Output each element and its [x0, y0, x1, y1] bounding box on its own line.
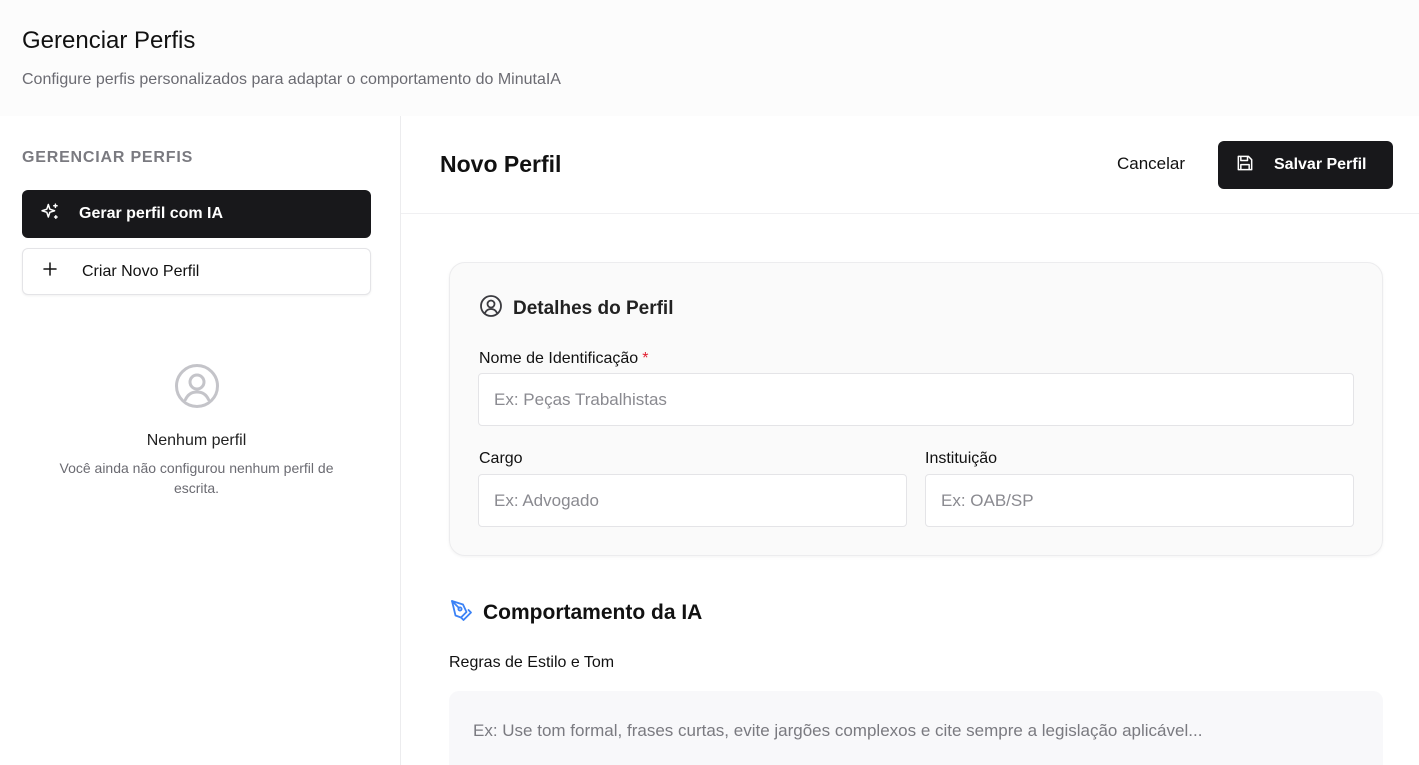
name-field-label-text: Nome de Identificação	[479, 350, 639, 367]
create-new-profile-label: Criar Novo Perfil	[82, 262, 200, 280]
generate-profile-ai-button[interactable]: Gerar perfil com IA	[22, 190, 371, 238]
ai-behavior-header: Comportamento da IA	[449, 598, 702, 627]
editor-topbar: Novo Perfil Cancelar Salvar Perfil	[401, 116, 1419, 214]
sidebar-heading: GERENCIAR PERFIS	[22, 149, 194, 166]
cargo-input[interactable]	[478, 474, 907, 527]
sidebar: GERENCIAR PERFIS Gerar perfil com IA Cri…	[0, 116, 401, 765]
required-marker: *	[642, 350, 649, 367]
empty-state-description: Você ainda não configurou nenhum perfil …	[59, 460, 334, 496]
user-circle-icon	[173, 362, 221, 415]
main-panel: Novo Perfil Cancelar Salvar Perfil Detal…	[401, 116, 1419, 765]
profile-details-header: Detalhes do Perfil	[479, 294, 674, 323]
empty-state-title: Nenhum perfil	[146, 432, 247, 449]
cargo-field-label: Cargo	[479, 450, 523, 467]
plus-icon	[41, 260, 59, 283]
instituicao-field-label: Instituição	[925, 450, 998, 467]
save-icon	[1235, 153, 1255, 178]
style-rules-textarea[interactable]	[449, 691, 1383, 765]
empty-state: Nenhum perfil Você ainda não configurou …	[22, 362, 371, 498]
ai-behavior-title: Comportamento da IA	[483, 600, 703, 624]
page-header: Gerenciar Perfis Configure perfis person…	[0, 0, 1419, 116]
instituicao-input[interactable]	[925, 474, 1354, 527]
page-subtitle: Configure perfis personalizados para ada…	[22, 71, 561, 88]
cancel-button[interactable]: Cancelar	[1117, 154, 1185, 174]
create-new-profile-button[interactable]: Criar Novo Perfil	[22, 248, 371, 295]
user-circle-icon	[479, 294, 503, 323]
editor-title: Novo Perfil	[440, 151, 562, 177]
profile-details-card: Detalhes do Perfil Nome de Identificação…	[449, 262, 1383, 556]
save-profile-button[interactable]: Salvar Perfil	[1218, 141, 1393, 189]
sparkles-icon	[40, 202, 60, 227]
pen-tool-icon	[449, 598, 473, 627]
name-field-label: Nome de Identificação *	[479, 350, 648, 368]
profile-details-title: Detalhes do Perfil	[513, 297, 674, 319]
save-profile-label: Salvar Perfil	[1274, 156, 1367, 173]
generate-profile-ai-label: Gerar perfil com IA	[79, 205, 224, 222]
style-rules-label: Regras de Estilo e Tom	[449, 654, 615, 671]
profile-name-input[interactable]	[478, 373, 1354, 426]
page-title: Gerenciar Perfis	[22, 27, 196, 54]
